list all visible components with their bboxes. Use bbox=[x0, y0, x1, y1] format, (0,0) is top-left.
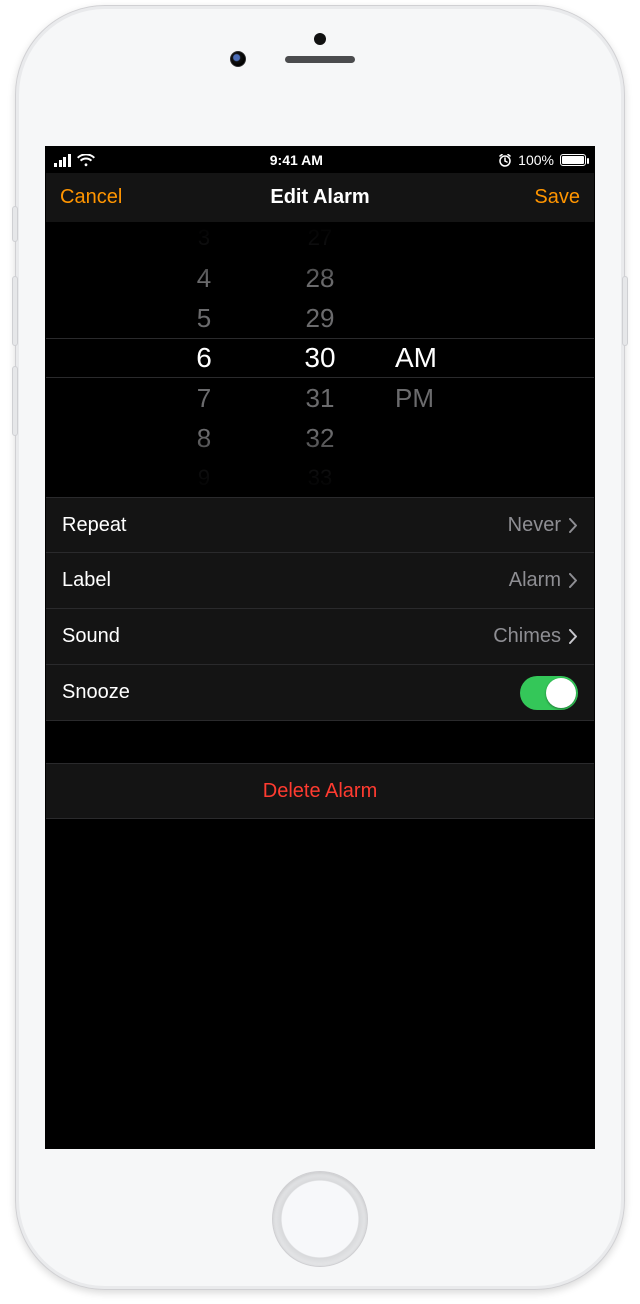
minute-option[interactable]: 31 bbox=[275, 378, 365, 418]
hour-option[interactable]: 4 bbox=[159, 258, 249, 298]
alarm-settings-list: Repeat Never Label Alarm Sound bbox=[46, 497, 594, 819]
minute-option[interactable]: 33 bbox=[275, 458, 365, 493]
earpiece-speaker bbox=[285, 56, 355, 63]
chevron-right-icon bbox=[569, 573, 578, 588]
label-value: Alarm bbox=[509, 569, 561, 592]
minute-option[interactable]: 27 bbox=[275, 223, 365, 258]
status-time: 9:41 AM bbox=[270, 152, 323, 168]
minute-selected[interactable]: 30 bbox=[275, 338, 365, 378]
sound-value: Chimes bbox=[493, 625, 561, 648]
snooze-label: Snooze bbox=[62, 681, 130, 704]
snooze-cell: Snooze bbox=[46, 665, 594, 721]
iphone-frame: 9:41 AM 100% Cancel Edit Alarm Save bbox=[15, 5, 625, 1290]
time-picker[interactable]: 3 4 5 6 7 8 9 27 28 29 30 31 32 33 bbox=[46, 223, 594, 493]
delete-alarm-label: Delete Alarm bbox=[263, 780, 378, 803]
period-column[interactable]: . . . AM PM . . bbox=[391, 223, 481, 493]
power-button bbox=[622, 276, 628, 346]
hour-option[interactable]: 7 bbox=[159, 378, 249, 418]
nav-bar: Cancel Edit Alarm Save bbox=[46, 173, 594, 223]
screen: 9:41 AM 100% Cancel Edit Alarm Save bbox=[45, 146, 595, 1149]
sound-cell[interactable]: Sound Chimes bbox=[46, 609, 594, 665]
minute-option[interactable]: 28 bbox=[275, 258, 365, 298]
hour-selected[interactable]: 6 bbox=[159, 338, 249, 378]
home-button[interactable] bbox=[272, 1171, 368, 1267]
hour-option[interactable]: 9 bbox=[159, 458, 249, 493]
chevron-right-icon bbox=[569, 629, 578, 644]
alarm-status-icon bbox=[498, 154, 512, 167]
minute-option[interactable]: 29 bbox=[275, 298, 365, 338]
delete-alarm-button[interactable]: Delete Alarm bbox=[46, 763, 594, 819]
hour-option[interactable]: 3 bbox=[159, 223, 249, 258]
battery-icon bbox=[560, 154, 586, 166]
chevron-right-icon bbox=[569, 518, 578, 533]
battery-percentage: 100% bbox=[518, 152, 554, 168]
minute-column[interactable]: 27 28 29 30 31 32 33 bbox=[275, 223, 365, 493]
period-option[interactable]: PM bbox=[395, 378, 481, 418]
repeat-cell[interactable]: Repeat Never bbox=[46, 497, 594, 553]
repeat-label: Repeat bbox=[62, 514, 127, 537]
volume-down-button bbox=[12, 366, 18, 436]
period-selected[interactable]: AM bbox=[395, 338, 481, 378]
proximity-sensor bbox=[314, 33, 326, 45]
label-cell[interactable]: Label Alarm bbox=[46, 553, 594, 609]
minute-option[interactable]: 32 bbox=[275, 418, 365, 458]
front-camera bbox=[230, 51, 246, 67]
page-title: Edit Alarm bbox=[46, 186, 594, 209]
status-bar: 9:41 AM 100% bbox=[46, 147, 594, 173]
wifi-icon bbox=[77, 154, 95, 167]
repeat-value: Never bbox=[508, 514, 561, 537]
hour-option[interactable]: 5 bbox=[159, 298, 249, 338]
label-label: Label bbox=[62, 569, 111, 592]
hour-column[interactable]: 3 4 5 6 7 8 9 bbox=[159, 223, 249, 493]
volume-up-button bbox=[12, 276, 18, 346]
hour-option[interactable]: 8 bbox=[159, 418, 249, 458]
mute-switch bbox=[12, 206, 18, 242]
cellular-signal-icon bbox=[54, 154, 71, 167]
sound-label: Sound bbox=[62, 625, 120, 648]
snooze-toggle[interactable] bbox=[520, 676, 578, 710]
